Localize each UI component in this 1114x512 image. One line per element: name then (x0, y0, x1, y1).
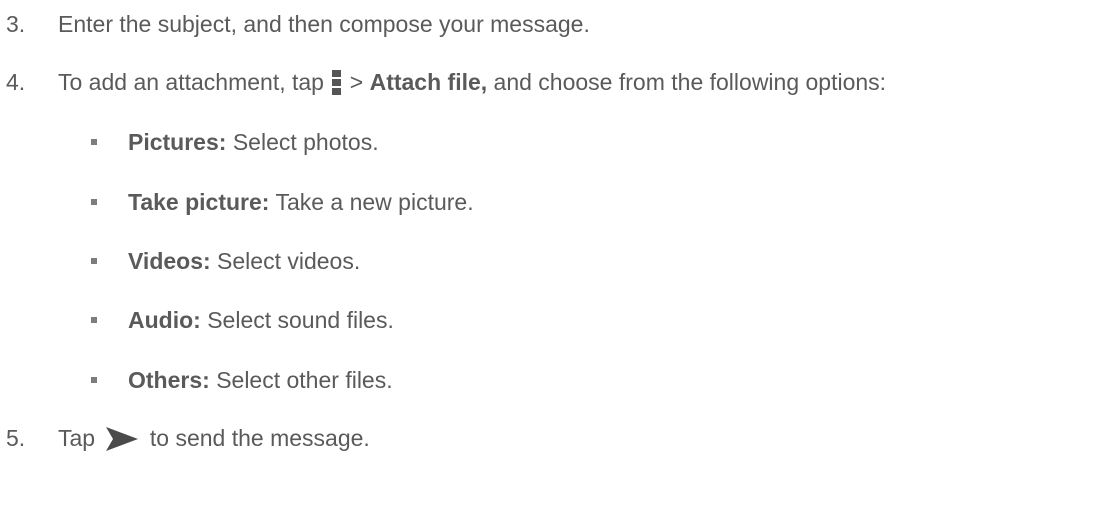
step-text-before: To add an attachment, tap (58, 69, 324, 95)
step-text-bold: Attach file, (369, 69, 488, 95)
step-text: To add an attachment, tap > Attach file,… (58, 68, 886, 96)
option-desc: Select sound files. (207, 307, 394, 333)
option-label: Videos: (128, 248, 211, 274)
option-label: Audio: (128, 307, 201, 333)
option-desc: Take a new picture. (275, 189, 474, 215)
option-label: Pictures: (128, 129, 227, 155)
bullet-icon (91, 199, 97, 205)
bullet-icon (91, 139, 97, 145)
step-text-after: and choose from the following options: (493, 69, 887, 95)
option-label: Take picture: (128, 189, 270, 215)
step-text-separator: > (349, 69, 364, 95)
step-text: Enter the subject, and then compose your… (58, 11, 590, 37)
step-number: 4. (6, 69, 26, 95)
bullet-icon (91, 258, 97, 264)
option-desc: Select photos. (232, 129, 379, 155)
step-number: 3. (6, 11, 26, 37)
option-desc: Select other files. (216, 367, 393, 393)
bullet-icon (91, 317, 97, 323)
option-desc: Select videos. (217, 248, 361, 274)
step-text-before: Tap (58, 425, 96, 451)
step-text-after: to send the message. (149, 425, 370, 451)
send-icon (106, 427, 139, 451)
option-label: Others: (128, 367, 210, 393)
step-text: Tap to send the message. (58, 424, 370, 452)
step-number: 5. (6, 425, 26, 451)
bullet-icon (91, 377, 97, 383)
menu-icon (332, 70, 342, 95)
